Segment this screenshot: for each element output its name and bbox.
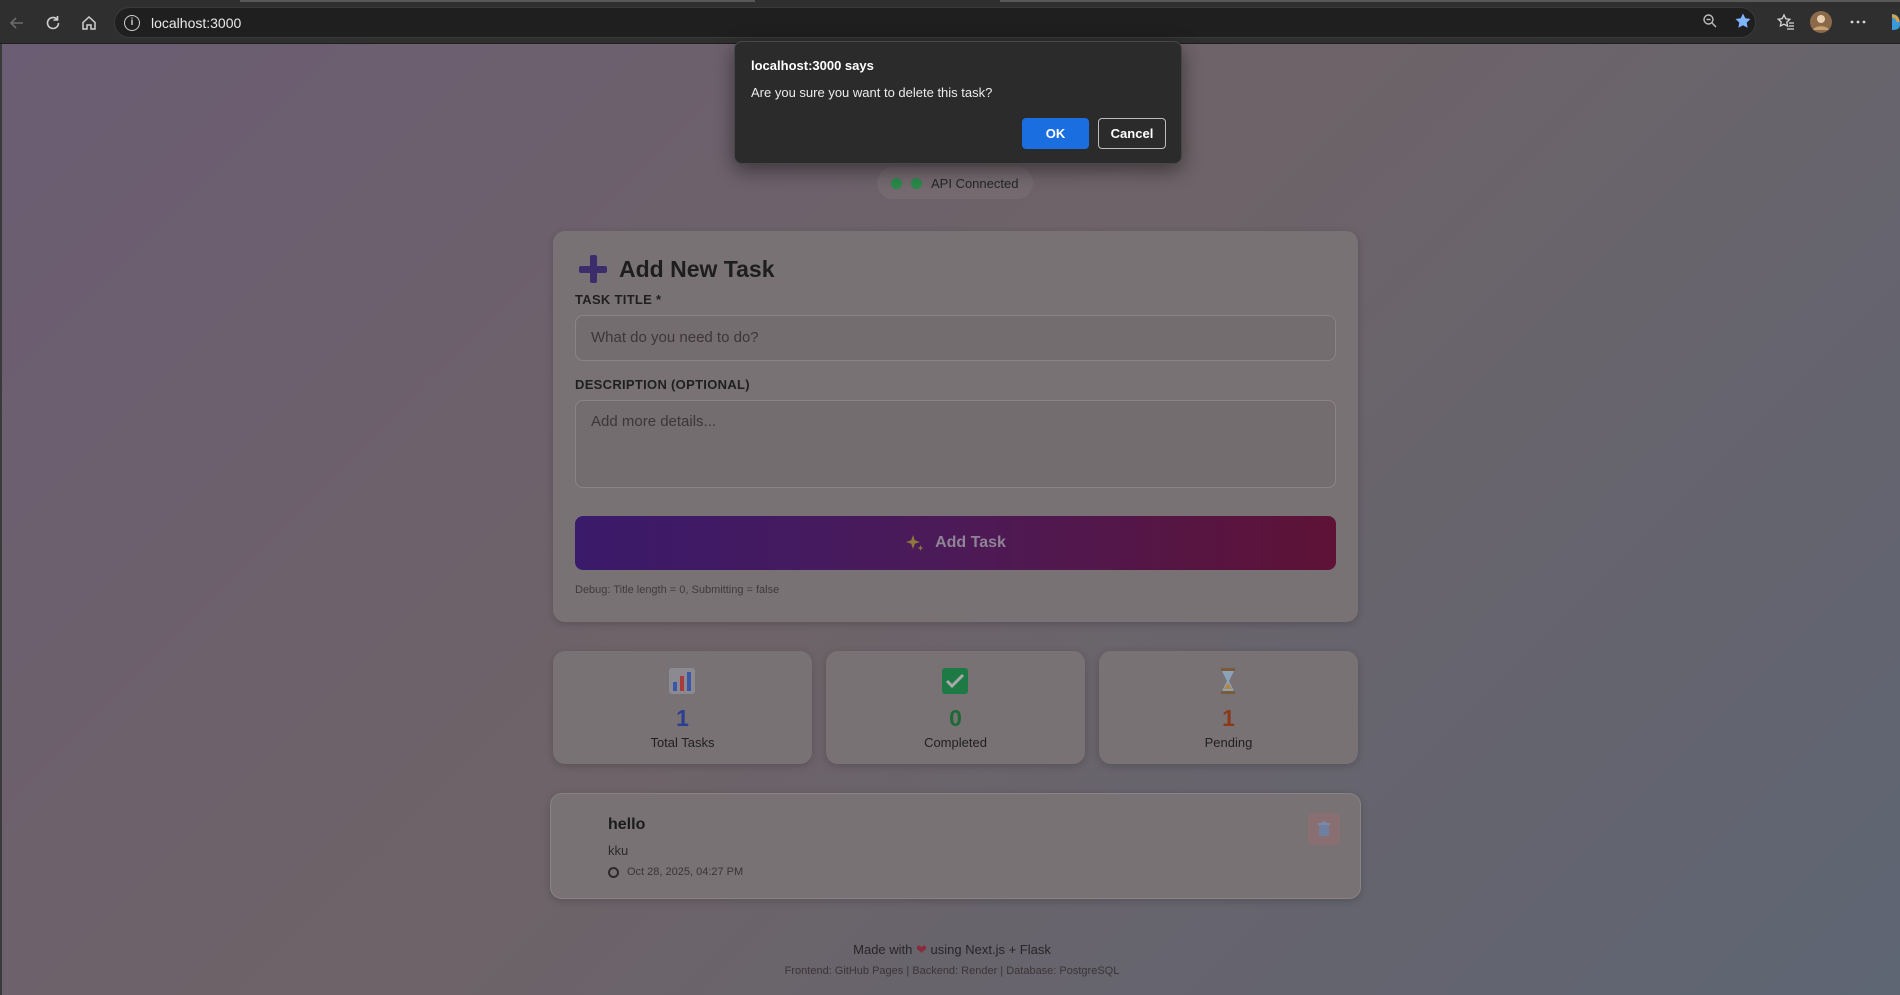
footer-credit: Made with ❤ using Next.js + Flask (2, 942, 1900, 958)
ok-button[interactable]: OK (1022, 118, 1089, 149)
task-date: Oct 28, 2025, 04:27 PM (608, 866, 743, 878)
copilot-icon[interactable] (1884, 9, 1900, 35)
favorites-icon[interactable] (1773, 9, 1799, 35)
more-icon[interactable] (1845, 9, 1871, 35)
form-header: Add New Task (579, 255, 775, 283)
url-text: localhost:3000 (151, 14, 242, 31)
star-icon[interactable] (1732, 8, 1754, 34)
stat-label: Pending (1204, 735, 1253, 750)
api-status-badge: API Connected (877, 167, 1033, 199)
heart-icon: ❤ (916, 942, 927, 957)
check-box-icon (942, 668, 968, 694)
stat-card-total: 1 Total Tasks (553, 651, 812, 764)
stat-value: 1 (1222, 705, 1235, 731)
profile-avatar[interactable] (1808, 9, 1834, 35)
description-label: DESCRIPTION (OPTIONAL) (575, 377, 750, 392)
description-textarea[interactable]: Add more details... (575, 400, 1336, 488)
zoom-icon[interactable] (1699, 8, 1721, 34)
tab-indicator (1000, 0, 1900, 2)
dialog-message: Are you sure you want to delete this tas… (751, 85, 993, 100)
delete-task-button[interactable] (1308, 813, 1340, 845)
browser-toolbar: i localhost:3000 (0, 0, 1900, 44)
cancel-button[interactable]: Cancel (1098, 118, 1166, 149)
footer-suffix: using Next.js + Flask (930, 942, 1051, 957)
sparkles-icon (906, 535, 924, 551)
task-title: hello (608, 816, 646, 833)
footer-prefix: Made with (853, 942, 913, 957)
tab-indicator (240, 0, 755, 2)
bar-chart-icon (669, 668, 695, 694)
add-task-form: Add New Task TASK TITLE * What do you ne… (553, 231, 1358, 622)
stat-card-completed: 0 Completed (826, 651, 1085, 764)
confirm-dialog: localhost:3000 says Are you sure you wan… (734, 41, 1182, 164)
address-bar[interactable]: i localhost:3000 (114, 7, 1756, 38)
stat-value: 0 (949, 705, 962, 731)
stat-label: Completed (924, 735, 987, 750)
clock-icon (608, 866, 619, 878)
stat-value: 1 (676, 705, 689, 731)
task-title-input[interactable]: What do you need to do? (575, 315, 1336, 361)
status-dot-icon (891, 177, 902, 189)
api-status-label: API Connected (931, 175, 1019, 191)
add-task-label: Add Task (935, 534, 1006, 551)
task-description: kku (608, 843, 629, 858)
hourglass-icon (1221, 668, 1235, 694)
stat-label: Total Tasks (650, 735, 715, 750)
status-dot-icon (911, 177, 922, 189)
debug-text: Debug: Title length = 0, Submitting = fa… (575, 584, 780, 596)
add-task-button[interactable]: Add Task (575, 516, 1336, 570)
back-icon[interactable] (4, 10, 30, 36)
plus-icon (579, 255, 607, 283)
task-title-label: TASK TITLE * (575, 292, 662, 307)
refresh-icon[interactable] (40, 10, 66, 36)
task-item[interactable]: hello kku Oct 28, 2025, 04:27 PM (550, 793, 1361, 899)
trash-icon (1318, 821, 1330, 836)
task-date-text: Oct 28, 2025, 04:27 PM (627, 866, 744, 878)
info-icon[interactable]: i (124, 14, 140, 31)
app-page: API Connected Add New Task TASK TITLE * … (0, 44, 1900, 995)
home-icon[interactable] (76, 10, 102, 36)
stat-card-pending: 1 Pending (1099, 651, 1358, 764)
footer-stack: Frontend: GitHub Pages | Backend: Render… (784, 965, 1120, 977)
dialog-title: localhost:3000 says (751, 58, 874, 73)
form-title: Add New Task (619, 255, 775, 282)
